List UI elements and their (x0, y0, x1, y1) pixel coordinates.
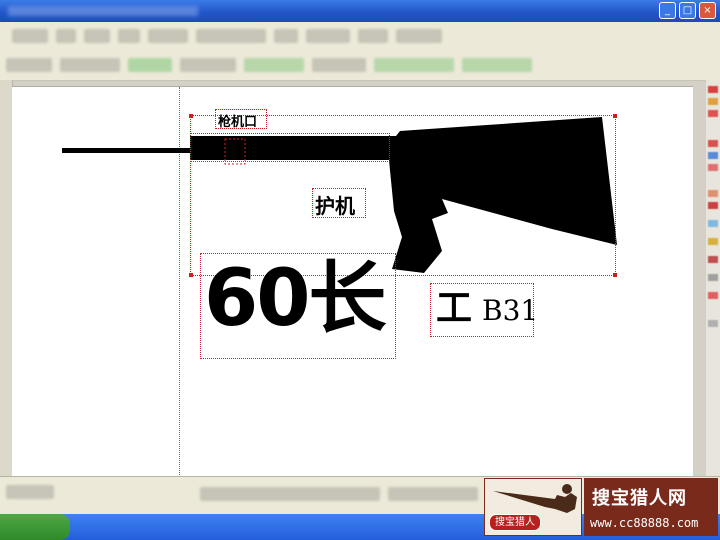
color-swatch[interactable] (708, 164, 718, 171)
property-field[interactable] (244, 58, 304, 72)
color-palette (706, 80, 720, 480)
property-field[interactable] (462, 58, 532, 72)
color-swatch[interactable] (708, 220, 718, 227)
color-swatch[interactable] (708, 190, 718, 197)
property-field[interactable] (6, 58, 52, 72)
toolbar-button[interactable] (56, 29, 76, 43)
toolbar-button[interactable] (396, 29, 442, 43)
property-field[interactable] (312, 58, 366, 72)
toolbar-button[interactable] (12, 29, 48, 43)
toolbar-button[interactable] (118, 29, 140, 43)
property-field[interactable] (374, 58, 454, 72)
title-bar: _ □ × (0, 0, 720, 22)
logo-seal: 搜宝猎人 (489, 514, 541, 531)
toolbar-button[interactable] (274, 29, 298, 43)
property-bar (0, 52, 720, 81)
big-text[interactable]: 60长 (204, 251, 387, 347)
property-field[interactable] (180, 58, 236, 72)
minimize-button[interactable]: _ (659, 2, 676, 19)
watermark-url: www.cc88888.com (590, 516, 699, 530)
color-swatch[interactable] (708, 256, 718, 263)
watermark-site-name: 搜宝猎人网 (592, 488, 687, 509)
toolbar-button[interactable] (306, 29, 350, 43)
property-field[interactable] (60, 58, 120, 72)
hunter-logo: 搜宝猎人 (484, 478, 582, 536)
window-controls: _ □ × (659, 2, 716, 19)
watermark-text-panel: 搜宝猎人网 www.cc88888.com (584, 478, 718, 536)
rifle-barrel (62, 148, 196, 153)
close-button[interactable]: × (699, 2, 716, 19)
maximize-button[interactable]: □ (679, 2, 696, 19)
toolbar-button[interactable] (196, 29, 266, 43)
window-title (8, 6, 198, 16)
status-field (388, 487, 478, 501)
small-text-suffix[interactable]: B31 (482, 293, 538, 329)
color-swatch[interactable] (708, 292, 718, 299)
small-text-prefix[interactable]: 工 (436, 287, 472, 331)
color-swatch[interactable] (708, 86, 718, 93)
color-swatch[interactable] (708, 274, 718, 281)
color-swatch[interactable] (708, 140, 718, 147)
rifle-receiver-selection[interactable] (190, 133, 390, 162)
color-swatch[interactable] (708, 110, 718, 117)
color-swatch[interactable] (708, 320, 718, 327)
rifle-part-label-top[interactable]: 枪机口 (218, 111, 257, 130)
toolbar-button[interactable] (358, 29, 388, 43)
status-field (200, 487, 380, 501)
toolbar-button[interactable] (84, 29, 110, 43)
color-swatch[interactable] (708, 98, 718, 105)
start-button[interactable] (0, 514, 70, 540)
toolbar-button[interactable] (148, 29, 188, 43)
drawing-canvas[interactable]: 枪机口 护机 60长 工 B31 (12, 86, 693, 477)
color-swatch[interactable] (708, 152, 718, 159)
property-field[interactable] (128, 58, 172, 72)
color-swatch[interactable] (708, 238, 718, 245)
watermark: 搜宝猎人 搜宝猎人网 www.cc88888.com (482, 476, 720, 540)
status-field (6, 485, 54, 499)
rifle-part-label-mid[interactable]: 护机 (315, 190, 355, 219)
color-swatch[interactable] (708, 202, 718, 209)
standard-toolbar (0, 22, 720, 53)
